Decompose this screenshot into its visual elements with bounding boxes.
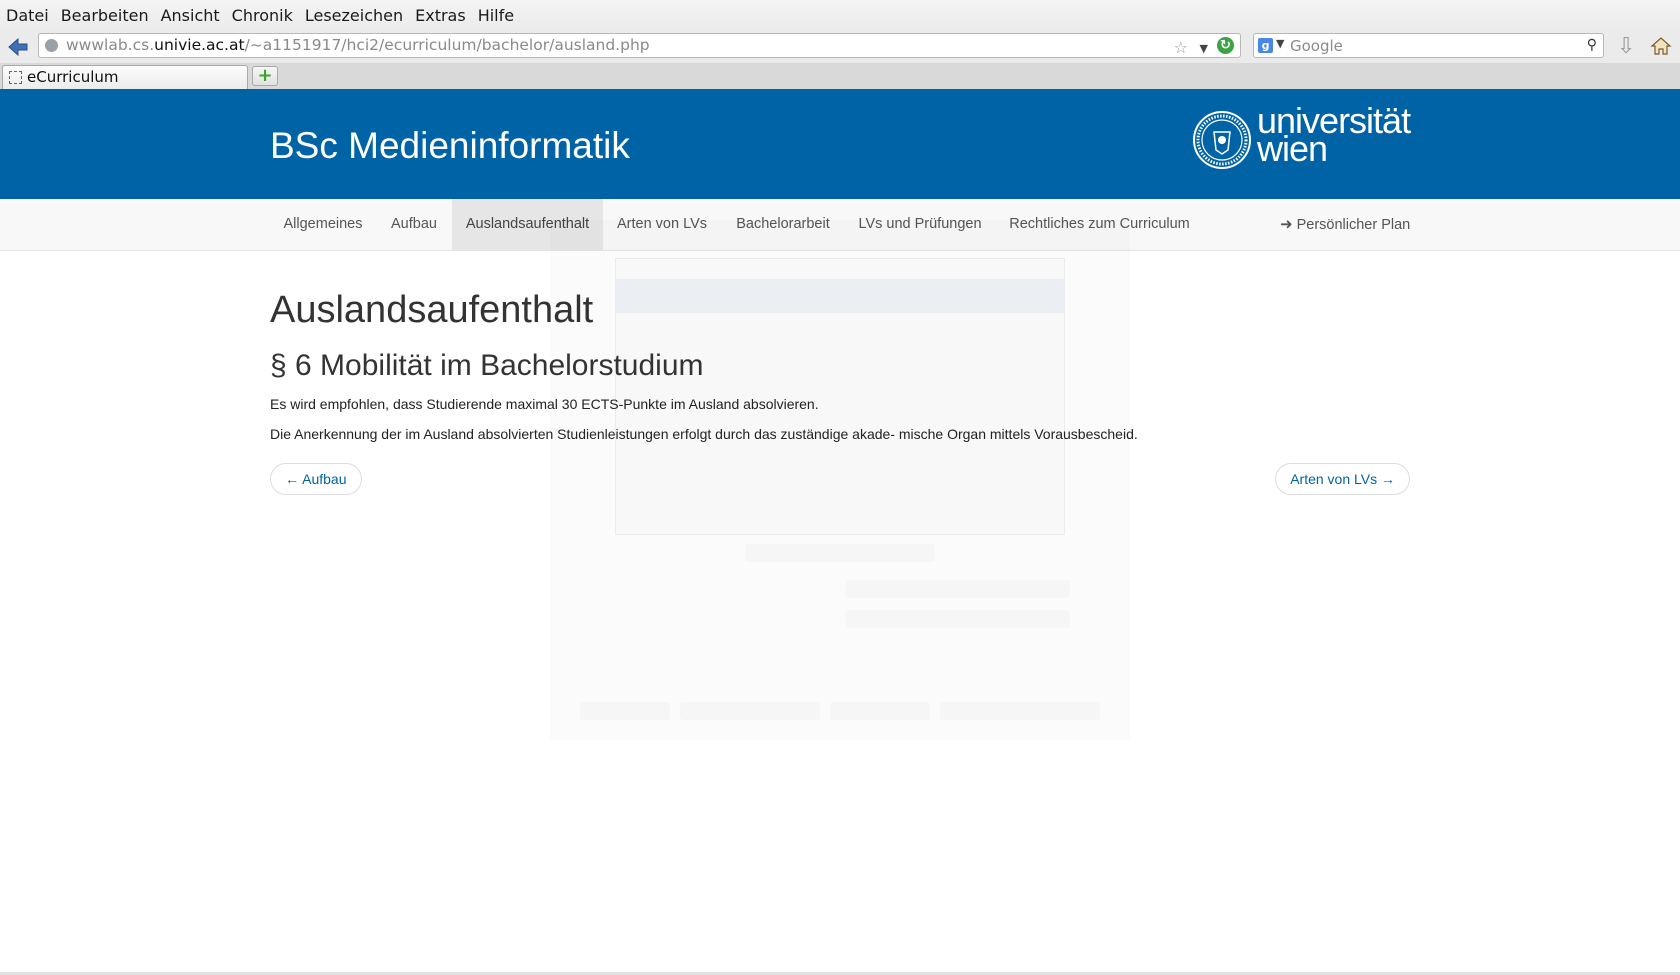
university-logo[interactable]: universität wien: [1192, 103, 1412, 173]
tab-ecurriculum[interactable]: eCurriculum: [2, 65, 248, 89]
url-prefix: wwwlab.cs.: [66, 36, 155, 54]
url-dropdown-icon[interactable]: ▼: [1200, 37, 1208, 60]
paragraph-anerkennung: Die Anerkennung der im Ausland absolvier…: [270, 426, 1138, 442]
new-tab-button[interactable]: +: [252, 66, 278, 86]
binoculars-icon[interactable]: ⚲: [1587, 37, 1597, 53]
reload-icon[interactable]: ↻: [1217, 37, 1234, 54]
ghost-overlay: [550, 220, 1130, 740]
url-bar[interactable]: wwwlab.cs.univie.ac.at/~a1151917/hci2/ec…: [38, 33, 1241, 58]
tab-title: eCurriculum: [27, 68, 119, 86]
ghost-select: [845, 610, 1070, 628]
nav-arten-von-lvs[interactable]: Arten von LVs: [603, 199, 721, 250]
download-icon[interactable]: ⇩: [1617, 34, 1635, 59]
browser-menubar: Datei Bearbeiten Ansicht Chronik Lesezei…: [0, 0, 1680, 30]
tab-strip: eCurriculum +: [0, 63, 1680, 90]
ghost-button: [580, 702, 670, 720]
site-title[interactable]: BSc Medieninformatik: [270, 125, 630, 167]
ghost-preview-header: [616, 279, 1064, 313]
menu-datei[interactable]: Datei: [6, 6, 49, 25]
ghost-button: [745, 544, 935, 562]
nav-aufbau[interactable]: Aufbau: [376, 199, 452, 250]
menu-hilfe[interactable]: Hilfe: [478, 6, 514, 25]
browser-navbar: wwwlab.cs.univie.ac.at/~a1151917/hci2/ec…: [0, 30, 1680, 63]
main-navigation: Allgemeines Aufbau Auslandsaufenthalt Ar…: [0, 199, 1680, 251]
nav-allgemeines[interactable]: Allgemeines: [270, 199, 376, 250]
university-wordmark: universität wien: [1257, 103, 1411, 167]
search-input[interactable]: [1290, 34, 1560, 57]
search-bar[interactable]: g ▼ ⚲: [1253, 33, 1604, 58]
ghost-button: [940, 702, 1100, 720]
menu-lesezeichen[interactable]: Lesezeichen: [305, 6, 403, 25]
arrow-right-icon: ➜: [1280, 216, 1293, 233]
url-domain: univie.ac.at: [154, 36, 245, 54]
previous-page-button[interactable]: ← Aufbau: [270, 463, 362, 495]
menu-ansicht[interactable]: Ansicht: [161, 6, 220, 25]
nav-lvs-und-pruefungen[interactable]: LVs und Prüfungen: [845, 199, 995, 250]
nav-rechtliches[interactable]: Rechtliches zum Curriculum: [995, 199, 1204, 250]
bookmark-star-icon[interactable]: ☆: [1174, 36, 1188, 59]
home-icon[interactable]: [1650, 35, 1672, 57]
nav-persoenlicher-plan[interactable]: ➜ Persönlicher Plan: [1280, 199, 1410, 250]
nav-auslandsaufenthalt[interactable]: Auslandsaufenthalt: [452, 199, 603, 250]
paragraph-ects: Es wird empfohlen, dass Studierende maxi…: [270, 396, 819, 412]
menu-bearbeiten[interactable]: Bearbeiten: [61, 6, 149, 25]
page-favicon-icon: [9, 71, 22, 84]
site-header: BSc Medieninformatik universität wien: [0, 89, 1680, 199]
url-path: /~a1151917/hci2/ecurriculum/bachelor/aus…: [244, 36, 650, 54]
page-title: Auslandsaufenthalt: [270, 289, 594, 331]
section-title: § 6 Mobilität im Bachelorstudium: [270, 349, 704, 382]
menu-extras[interactable]: Extras: [415, 6, 466, 25]
next-page-button[interactable]: Arten von LVs →: [1275, 463, 1410, 495]
google-engine-icon[interactable]: g: [1258, 38, 1273, 53]
ghost-select: [845, 580, 1070, 598]
nav-persoenlicher-plan-label: Persönlicher Plan: [1296, 217, 1411, 233]
nav-bachelorarbeit[interactable]: Bachelorarbeit: [721, 199, 845, 250]
search-engine-dropdown-icon[interactable]: ▼: [1276, 37, 1284, 50]
ghost-button: [680, 702, 820, 720]
site-identity-icon[interactable]: [45, 39, 58, 52]
university-seal-icon: [1193, 111, 1251, 169]
ghost-button: [830, 702, 930, 720]
menu-chronik[interactable]: Chronik: [232, 6, 293, 25]
back-arrow-icon[interactable]: [6, 35, 30, 59]
